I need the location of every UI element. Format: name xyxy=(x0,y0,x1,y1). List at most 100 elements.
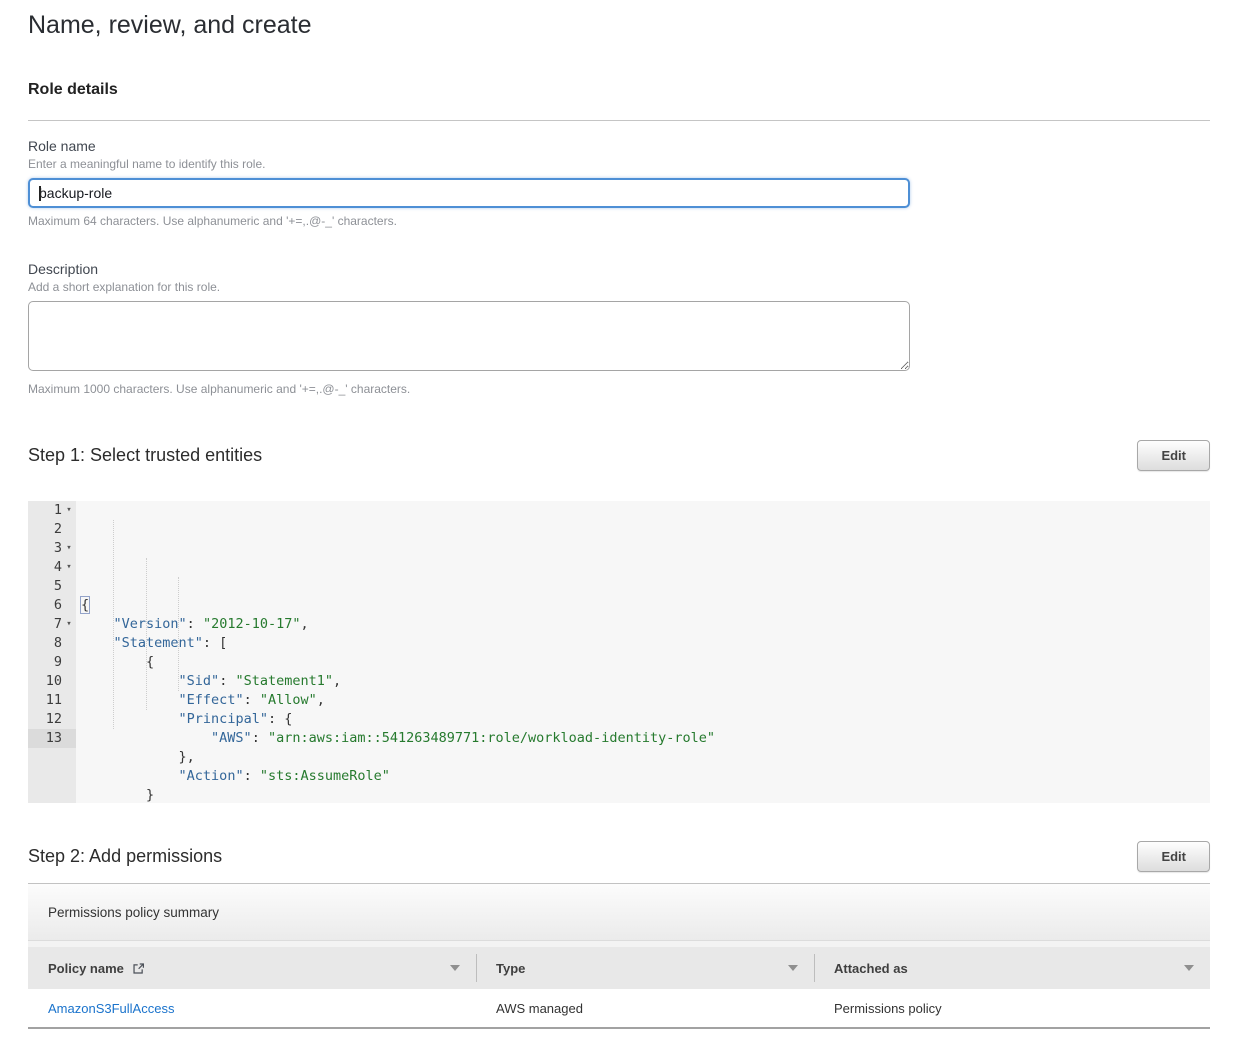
column-header-type[interactable]: Type xyxy=(476,947,814,989)
json-key: "Version" xyxy=(114,616,187,632)
code-line[interactable]: "Statement": [ xyxy=(76,634,1210,653)
code-text xyxy=(81,673,179,689)
role-details-heading: Role details xyxy=(28,81,1210,99)
line-number: 13 xyxy=(28,729,62,748)
json-key: "Effect" xyxy=(179,692,244,708)
code-text xyxy=(81,768,179,784)
code-line[interactable]: { xyxy=(76,596,1210,615)
indent-guide xyxy=(113,520,114,729)
gutter-line: 9 xyxy=(28,653,76,672)
filter-triangle-icon[interactable] xyxy=(788,965,798,971)
gutter-line: 2 xyxy=(28,520,76,539)
editor-gutter: 1▾23▾4▾567▾8910111213 xyxy=(28,501,76,803)
code-text xyxy=(81,692,179,708)
description-helper: Add a short explanation for this role. xyxy=(28,280,1210,294)
section-divider xyxy=(28,120,1210,121)
line-number: 1 xyxy=(28,501,62,520)
json-string: "Statement1" xyxy=(235,673,333,689)
code-text xyxy=(81,616,114,632)
trust-policy-editor[interactable]: 1▾23▾4▾567▾8910111213 { "Version": "2012… xyxy=(28,501,1210,803)
editor-code[interactable]: { "Version": "2012-10-17", "Statement": … xyxy=(76,501,1210,803)
code-text: , xyxy=(300,616,308,632)
gutter-line: 4▾ xyxy=(28,558,76,577)
page-title: Name, review, and create xyxy=(28,10,1210,40)
policy-type-cell: AWS managed xyxy=(476,1001,814,1016)
code-text: : xyxy=(187,616,203,632)
line-number: 7 xyxy=(28,615,62,634)
attached-as-cell: Permissions policy xyxy=(814,1001,1210,1016)
code-line[interactable]: } xyxy=(76,786,1210,803)
line-number: 10 xyxy=(28,672,62,691)
line-number: 9 xyxy=(28,653,62,672)
json-string: "Allow" xyxy=(260,692,317,708)
code-text: , xyxy=(333,673,341,689)
role-name-helper: Enter a meaningful name to identify this… xyxy=(28,157,1210,171)
column-header-attached-as[interactable]: Attached as xyxy=(814,947,1210,989)
role-name-input[interactable] xyxy=(28,178,910,208)
code-line[interactable]: { xyxy=(76,653,1210,672)
code-line[interactable]: "Effect": "Allow", xyxy=(76,691,1210,710)
code-line[interactable]: "Sid": "Statement1", xyxy=(76,672,1210,691)
code-line[interactable]: "Principal": { xyxy=(76,710,1210,729)
line-number: 6 xyxy=(28,596,62,615)
indent-guide xyxy=(178,577,179,691)
code-line[interactable]: "Action": "sts:AssumeRole" xyxy=(76,767,1210,786)
code-line[interactable]: }, xyxy=(76,748,1210,767)
gutter-line: 1▾ xyxy=(28,501,76,520)
step1-header-row: Step 1: Select trusted entities Edit xyxy=(28,440,1210,471)
json-string: "arn:aws:iam::541263489771:role/workload… xyxy=(268,730,715,746)
code-text: : xyxy=(244,768,260,784)
gutter-line: 11 xyxy=(28,691,76,710)
code-text: { xyxy=(81,597,89,613)
fold-arrow-icon[interactable]: ▾ xyxy=(62,539,76,558)
code-text xyxy=(81,730,211,746)
line-number: 12 xyxy=(28,710,62,729)
column-header-policy-name[interactable]: Policy name xyxy=(28,947,476,989)
line-number: 11 xyxy=(28,691,62,710)
code-line[interactable]: "AWS": "arn:aws:iam::541263489771:role/w… xyxy=(76,729,1210,748)
step2-heading: Step 2: Add permissions xyxy=(28,846,222,867)
line-number: 4 xyxy=(28,558,62,577)
json-string: "2012-10-17" xyxy=(203,616,301,632)
external-link-icon xyxy=(132,962,145,975)
description-label: Description xyxy=(28,261,1210,277)
code-text: : [ xyxy=(203,635,227,651)
description-constraint: Maximum 1000 characters. Use alphanumeri… xyxy=(28,382,1210,396)
json-key: "AWS" xyxy=(211,730,252,746)
filter-triangle-icon[interactable] xyxy=(450,965,460,971)
code-text: , xyxy=(317,692,325,708)
permissions-panel: Permissions policy summary Policy name T… xyxy=(28,883,1210,1029)
line-number: 3 xyxy=(28,539,62,558)
line-number: 2 xyxy=(28,520,62,539)
fold-arrow-icon[interactable]: ▾ xyxy=(62,615,76,634)
json-key: "Statement" xyxy=(114,635,203,651)
fold-arrow-icon[interactable]: ▾ xyxy=(62,558,76,577)
code-text: } xyxy=(81,787,154,803)
code-text: }, xyxy=(81,749,195,765)
filter-triangle-icon[interactable] xyxy=(1184,965,1194,971)
bottom-spacer xyxy=(28,1029,1210,1053)
step2-header-row: Step 2: Add permissions Edit xyxy=(28,841,1210,872)
page: Name, review, and create Role details Ro… xyxy=(28,10,1210,1053)
panel-gap xyxy=(28,940,1210,947)
gutter-line: 7▾ xyxy=(28,615,76,634)
panel-title: Permissions policy summary xyxy=(48,905,219,920)
policy-name-cell: AmazonS3FullAccess xyxy=(28,1001,476,1016)
code-line[interactable]: "Version": "2012-10-17", xyxy=(76,615,1210,634)
policy-link[interactable]: AmazonS3FullAccess xyxy=(48,1001,174,1016)
panel-header: Permissions policy summary xyxy=(28,884,1210,940)
line-number: 5 xyxy=(28,577,62,596)
code-text: : xyxy=(252,730,268,746)
role-name-input-wrap xyxy=(28,178,1210,208)
step1-heading: Step 1: Select trusted entities xyxy=(28,445,262,466)
json-key: "Sid" xyxy=(179,673,220,689)
gutter-line: 6 xyxy=(28,596,76,615)
description-input[interactable] xyxy=(28,301,910,371)
gutter-line: 3▾ xyxy=(28,539,76,558)
gutter-line: 5 xyxy=(28,577,76,596)
fold-arrow-icon[interactable]: ▾ xyxy=(62,501,76,520)
role-name-constraint: Maximum 64 characters. Use alphanumeric … xyxy=(28,214,1210,228)
step2-edit-button[interactable]: Edit xyxy=(1137,841,1210,872)
step1-edit-button[interactable]: Edit xyxy=(1137,440,1210,471)
role-name-label: Role name xyxy=(28,138,1210,154)
